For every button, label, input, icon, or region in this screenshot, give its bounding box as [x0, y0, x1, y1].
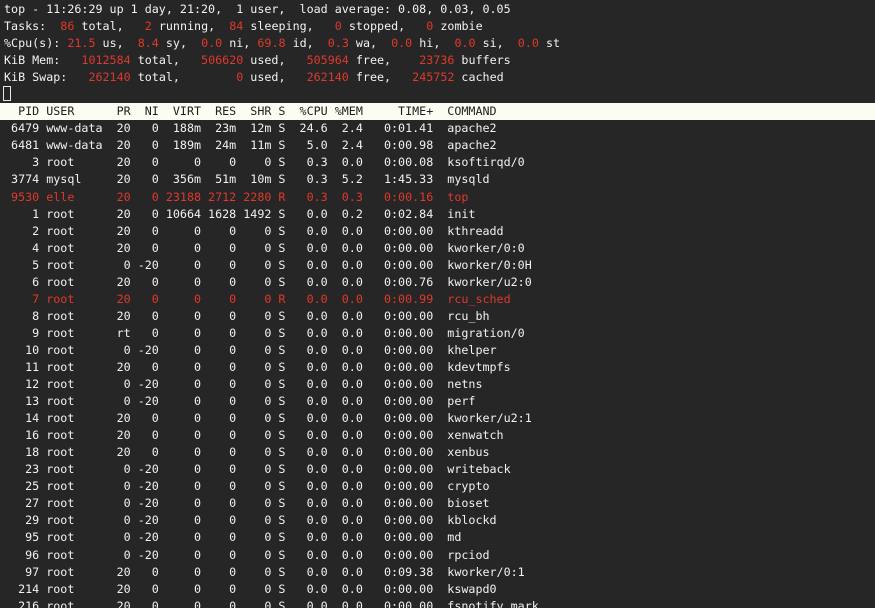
summary-text: Tasks: — [4, 19, 53, 33]
process-row: 14 root 20 0 0 0 0 S 0.0 0.0 0:00.00 kwo… — [0, 410, 875, 427]
summary-value: 0.0 — [384, 36, 412, 50]
summary-text: total, — [131, 70, 187, 84]
summary-value: 86 — [53, 19, 74, 33]
process-row: 11 root 20 0 0 0 0 S 0.0 0.0 0:00.00 kde… — [0, 359, 875, 376]
summary-line-3: KiB Mem: 1012584 total, 506620 used, 505… — [0, 52, 875, 69]
summary-value: 8.4 — [131, 36, 159, 50]
summary-text: running, — [152, 19, 222, 33]
summary-line-1: Tasks: 86 total, 2 running, 84 sleeping,… — [0, 18, 875, 35]
process-row: 4 root 20 0 0 0 0 S 0.0 0.0 0:00.00 kwor… — [0, 240, 875, 257]
summary-text: stopped, — [342, 19, 412, 33]
process-row: 23 root 0 -20 0 0 0 S 0.0 0.0 0:00.00 wr… — [0, 461, 875, 478]
process-row: 9 root rt 0 0 0 0 S 0.0 0.0 0:00.00 migr… — [0, 325, 875, 342]
process-row: 6481 www-data 20 0 189m 24m 11m S 5.0 2.… — [0, 137, 875, 154]
summary-text: si, — [476, 36, 511, 50]
summary-value: 0.0 — [194, 36, 222, 50]
summary-text: id, — [286, 36, 321, 50]
summary-text: KiB Mem: — [4, 53, 74, 67]
summary-text: used, — [243, 70, 292, 84]
process-row: 1 root 20 0 10664 1628 1492 S 0.0 0.2 0:… — [0, 206, 875, 223]
process-row: 216 root 20 0 0 0 0 S 0.0 0.0 0:00.00 fs… — [0, 598, 875, 608]
summary-text: free, — [349, 53, 398, 67]
summary-text: wa, — [349, 36, 384, 50]
summary-value: 69.8 — [257, 36, 285, 50]
cursor-line — [0, 86, 875, 103]
summary-text: sleeping, — [243, 19, 320, 33]
summary-value: 84 — [222, 19, 243, 33]
summary-value: 505964 — [293, 53, 349, 67]
process-row: 3774 mysql 20 0 356m 51m 10m S 0.3 5.2 1… — [0, 171, 875, 188]
summary-text: sy, — [159, 36, 194, 50]
summary-text: cached — [454, 70, 503, 84]
summary-value: 0 — [321, 19, 342, 33]
summary-value: 0.0 — [511, 36, 539, 50]
summary-line-0: top - 11:26:29 up 1 day, 21:20, 1 user, … — [0, 1, 875, 18]
process-row: 5 root 0 -20 0 0 0 S 0.0 0.0 0:00.00 kwo… — [0, 257, 875, 274]
terminal-screen[interactable]: top - 11:26:29 up 1 day, 21:20, 1 user, … — [0, 0, 875, 608]
summary-value: 262140 — [293, 70, 349, 84]
summary-text: hi, — [412, 36, 447, 50]
summary-value: 262140 — [74, 70, 130, 84]
process-row: 18 root 20 0 0 0 0 S 0.0 0.0 0:00.00 xen… — [0, 444, 875, 461]
summary-line-2: %Cpu(s): 21.5 us, 8.4 sy, 0.0 ni, 69.8 i… — [0, 35, 875, 52]
summary-text: top - 11:26:29 up 1 day, 21:20, 1 user, … — [4, 2, 511, 16]
summary-value: 506620 — [187, 53, 243, 67]
process-row: 10 root 0 -20 0 0 0 S 0.0 0.0 0:00.00 kh… — [0, 342, 875, 359]
summary-text: buffers — [454, 53, 510, 67]
process-row: 16 root 20 0 0 0 0 S 0.0 0.0 0:00.00 xen… — [0, 427, 875, 444]
summary-value: 23736 — [398, 53, 454, 67]
process-row: 2 root 20 0 0 0 0 S 0.0 0.0 0:00.00 kthr… — [0, 223, 875, 240]
summary-value: 0.3 — [321, 36, 349, 50]
process-row: 6479 www-data 20 0 188m 23m 12m S 24.6 2… — [0, 120, 875, 137]
process-row: 96 root 0 -20 0 0 0 S 0.0 0.0 0:00.00 rp… — [0, 547, 875, 564]
process-row: 13 root 0 -20 0 0 0 S 0.0 0.0 0:00.00 pe… — [0, 393, 875, 410]
summary-text: zombie — [433, 19, 482, 33]
summary-line-4: KiB Swap: 262140 total, 0 used, 262140 f… — [0, 69, 875, 86]
summary-text: total, — [131, 53, 187, 67]
summary-value: 2 — [131, 19, 152, 33]
summary-value: 0 — [412, 19, 433, 33]
process-row: 9530 elle 20 0 23188 2712 2280 R 0.3 0.3… — [0, 189, 875, 206]
summary-text: free, — [349, 70, 398, 84]
process-row: 95 root 0 -20 0 0 0 S 0.0 0.0 0:00.00 md — [0, 529, 875, 546]
summary-text: %Cpu(s): — [4, 36, 67, 50]
process-row: 6 root 20 0 0 0 0 S 0.0 0.0 0:00.76 kwor… — [0, 274, 875, 291]
summary-value: 1012584 — [74, 53, 130, 67]
process-row: 27 root 0 -20 0 0 0 S 0.0 0.0 0:00.00 bi… — [0, 495, 875, 512]
summary-value: 0 — [187, 70, 243, 84]
process-row: 12 root 0 -20 0 0 0 S 0.0 0.0 0:00.00 ne… — [0, 376, 875, 393]
process-row: 25 root 0 -20 0 0 0 S 0.0 0.0 0:00.00 cr… — [0, 478, 875, 495]
process-row: 214 root 20 0 0 0 0 S 0.0 0.0 0:00.00 ks… — [0, 581, 875, 598]
summary-text: KiB Swap: — [4, 70, 74, 84]
process-row: 97 root 20 0 0 0 0 S 0.0 0.0 0:09.38 kwo… — [0, 564, 875, 581]
process-table-header: PID USER PR NI VIRT RES SHR S %CPU %MEM … — [0, 103, 875, 120]
summary-value: 0.0 — [447, 36, 475, 50]
terminal-cursor — [3, 86, 11, 101]
summary-value: 21.5 — [67, 36, 95, 50]
summary-text: total, — [74, 19, 130, 33]
process-row: 29 root 0 -20 0 0 0 S 0.0 0.0 0:00.00 kb… — [0, 512, 875, 529]
summary-text: ni, — [222, 36, 257, 50]
summary-text: us, — [96, 36, 131, 50]
process-row: 3 root 20 0 0 0 0 S 0.3 0.0 0:00.08 ksof… — [0, 154, 875, 171]
summary-text: st — [539, 36, 560, 50]
summary-text: used, — [243, 53, 292, 67]
summary-value: 245752 — [398, 70, 454, 84]
process-row: 8 root 20 0 0 0 0 S 0.0 0.0 0:00.00 rcu_… — [0, 308, 875, 325]
process-row: 7 root 20 0 0 0 0 R 0.0 0.0 0:00.99 rcu_… — [0, 291, 875, 308]
